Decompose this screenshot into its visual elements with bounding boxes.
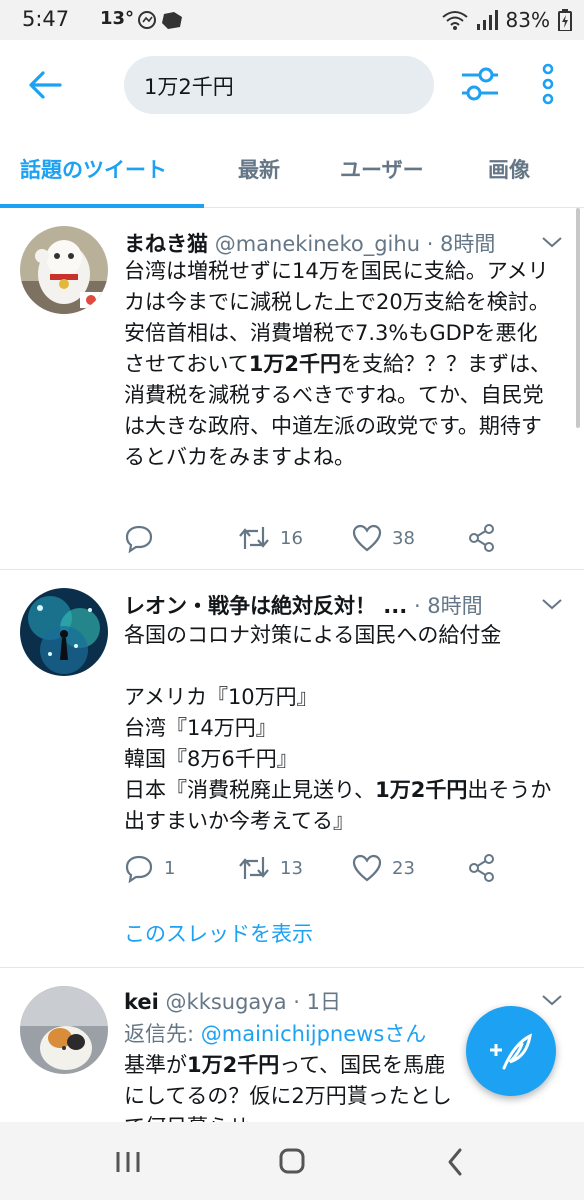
tab-latest[interactable]: 最新 <box>238 154 280 184</box>
reply-to-line: 返信先: @mainichijpnewsさん <box>124 1018 426 1048</box>
back-arrow-icon[interactable] <box>26 66 64 104</box>
like-button[interactable]: 38 <box>352 522 415 554</box>
reply-icon <box>125 525 153 553</box>
avatar[interactable] <box>20 226 108 314</box>
show-thread-link[interactable]: このスレッドを表示 <box>124 918 313 948</box>
like-count: 38 <box>392 527 415 549</box>
tweet-author-handle[interactable]: @manekineko_gihu <box>215 232 420 256</box>
reply-icon <box>125 855 153 883</box>
tweet[interactable]: レオン・戦争は絶対反対！ ... · 8時間 各国のコロナ対策による国民への給付… <box>0 570 584 968</box>
tweet-text: 各国のコロナ対策による国民への給付金 アメリカ『10万円』 台湾『14万円』 韓… <box>124 623 552 833</box>
battery-icon <box>558 9 572 31</box>
reply-button[interactable]: 1 <box>124 852 175 884</box>
home-icon[interactable] <box>272 1144 312 1180</box>
tweet-text: 基準が1万2千円って、国民を馬鹿にしてるの？仮に2万円貰ったとして何日暮らせ <box>124 1053 452 1122</box>
retweet-icon <box>239 857 269 879</box>
tweet-author-name[interactable]: kei <box>124 990 159 1014</box>
share-button[interactable] <box>468 852 496 884</box>
tweet-header: まねき猫 @manekineko_gihu · 8時間 <box>124 228 495 258</box>
tab-images[interactable]: 画像 <box>488 154 530 184</box>
search-tabs: 話題のツイート 最新 ユーザー 画像 <box>0 128 584 208</box>
tweet-time: · 1日 <box>293 990 342 1014</box>
tweet-time: · 8時間 <box>413 594 483 618</box>
share-button[interactable] <box>468 522 496 554</box>
reply-count: 1 <box>164 857 176 879</box>
tab-users[interactable]: ユーザー <box>340 154 424 184</box>
heart-icon <box>352 854 382 882</box>
search-header: 1万2千円 <box>0 40 584 128</box>
tweet-author-name[interactable]: まねき猫 <box>124 232 208 256</box>
tweet-author-handle[interactable]: @kksugaya <box>166 990 287 1014</box>
more-options-icon[interactable] <box>538 62 558 106</box>
retweet-button[interactable]: 16 <box>238 522 303 554</box>
retweet-count: 13 <box>280 857 303 879</box>
battery-level: 83% <box>505 8 550 32</box>
tab-top-tweets[interactable]: 話題のツイート <box>20 154 167 184</box>
tweet[interactable]: まねき猫 @manekineko_gihu · 8時間 台湾は増税せずに14万を… <box>0 208 584 570</box>
like-count: 23 <box>392 857 415 879</box>
search-input[interactable]: 1万2千円 <box>124 56 434 114</box>
chevron-down-icon[interactable] <box>540 596 564 612</box>
compose-tweet-button[interactable] <box>466 1006 556 1096</box>
like-button[interactable]: 23 <box>352 852 415 884</box>
back-icon[interactable] <box>436 1144 476 1180</box>
status-bar: 5:47 13° 83% <box>0 0 584 40</box>
tweet-author-name[interactable]: レオン・戦争は絶対反対！ ... <box>124 594 407 618</box>
avatar[interactable] <box>20 986 108 1074</box>
share-icon <box>469 524 494 552</box>
status-temperature: 13° <box>100 8 135 29</box>
tweet-header: kei @kksugaya · 1日 <box>124 986 341 1016</box>
search-query: 1万2千円 <box>144 75 234 99</box>
share-icon <box>469 854 494 882</box>
retweet-count: 16 <box>280 527 303 549</box>
tweet-actions: 16 38 <box>124 522 504 554</box>
reply-button[interactable] <box>124 522 164 554</box>
reply-to-handle[interactable]: @mainichijpnewsさん <box>201 1022 427 1046</box>
tweet-time: · 8時間 <box>426 232 496 256</box>
status-time: 5:47 <box>22 7 70 31</box>
reply-to-label: 返信先: <box>124 1022 201 1046</box>
search-filter-icon[interactable] <box>460 66 500 102</box>
signal-icon <box>476 10 498 30</box>
chevron-down-icon[interactable] <box>540 234 564 250</box>
tweet-header: レオン・戦争は絶対反対！ ... · 8時間 <box>124 590 483 620</box>
recent-apps-icon[interactable] <box>108 1144 148 1180</box>
wifi-icon <box>441 11 468 30</box>
retweet-icon <box>239 527 269 549</box>
notification-icons <box>138 11 182 29</box>
tweet-actions: 1 13 23 <box>124 852 504 884</box>
retweet-button[interactable]: 13 <box>238 852 303 884</box>
tweet-text: 台湾は増税せずに14万を国民に支給。アメリカは今までに減税した上で20万支給を検… <box>124 259 551 469</box>
system-nav-bar <box>0 1122 584 1200</box>
heart-icon <box>352 524 382 552</box>
compose-feather-icon <box>490 1033 532 1070</box>
avatar[interactable] <box>20 588 108 676</box>
